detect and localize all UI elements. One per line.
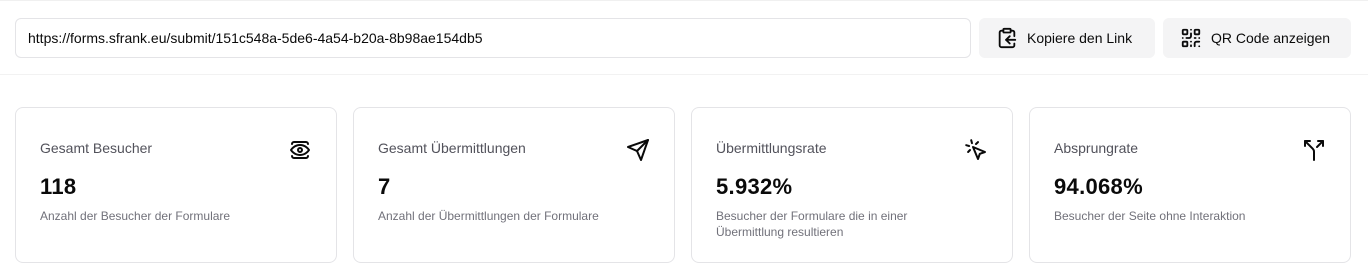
stat-title: Übermittlungsrate (716, 140, 827, 156)
eye-icon (288, 138, 312, 162)
mouse-pointer-click-icon (964, 138, 988, 162)
stat-description: Besucher der Seite ohne Interaktion (1054, 209, 1246, 223)
qr-code-icon (1180, 27, 1202, 49)
stat-value: 94.068% (1054, 174, 1143, 199)
stat-description: Besucher der Formulare die in einer Über… (716, 209, 908, 239)
stat-title: Absprungrate (1054, 140, 1139, 156)
show-qr-label: QR Code anzeigen (1211, 30, 1331, 46)
copy-link-label: Kopiere den Link (1027, 30, 1133, 46)
stat-value: 118 (40, 174, 77, 199)
stat-card-bounce-rate: Absprungrate 94.068% Besucher der Seite … (1029, 107, 1351, 263)
stat-value: 7 (378, 174, 391, 199)
clipboard-copy-icon (996, 27, 1018, 49)
stat-title: Gesamt Besucher (40, 140, 153, 156)
show-qr-button[interactable]: QR Code anzeigen (1163, 18, 1351, 58)
stat-card-submissions: Gesamt Übermittlungen 7 Anzahl der Überm… (353, 107, 675, 263)
share-link-bar: Kopiere den Link QR Code anzeigen (0, 1, 1368, 75)
send-icon (626, 138, 650, 162)
split-icon (1302, 138, 1326, 162)
stat-title: Gesamt Übermittlungen (378, 140, 526, 156)
stat-description: Anzahl der Besucher der Formulare (40, 209, 231, 223)
copy-link-button[interactable]: Kopiere den Link (979, 18, 1155, 58)
share-url-input[interactable] (15, 18, 971, 58)
stat-value: 5.932% (716, 174, 793, 199)
stat-card-visitors: Gesamt Besucher 118 Anzahl der Besucher … (15, 107, 337, 263)
stat-description: Anzahl der Übermittlungen der Formulare (378, 209, 599, 223)
stat-card-submission-rate: Übermittlungsrate 5.932% Besucher der Fo… (691, 107, 1013, 263)
